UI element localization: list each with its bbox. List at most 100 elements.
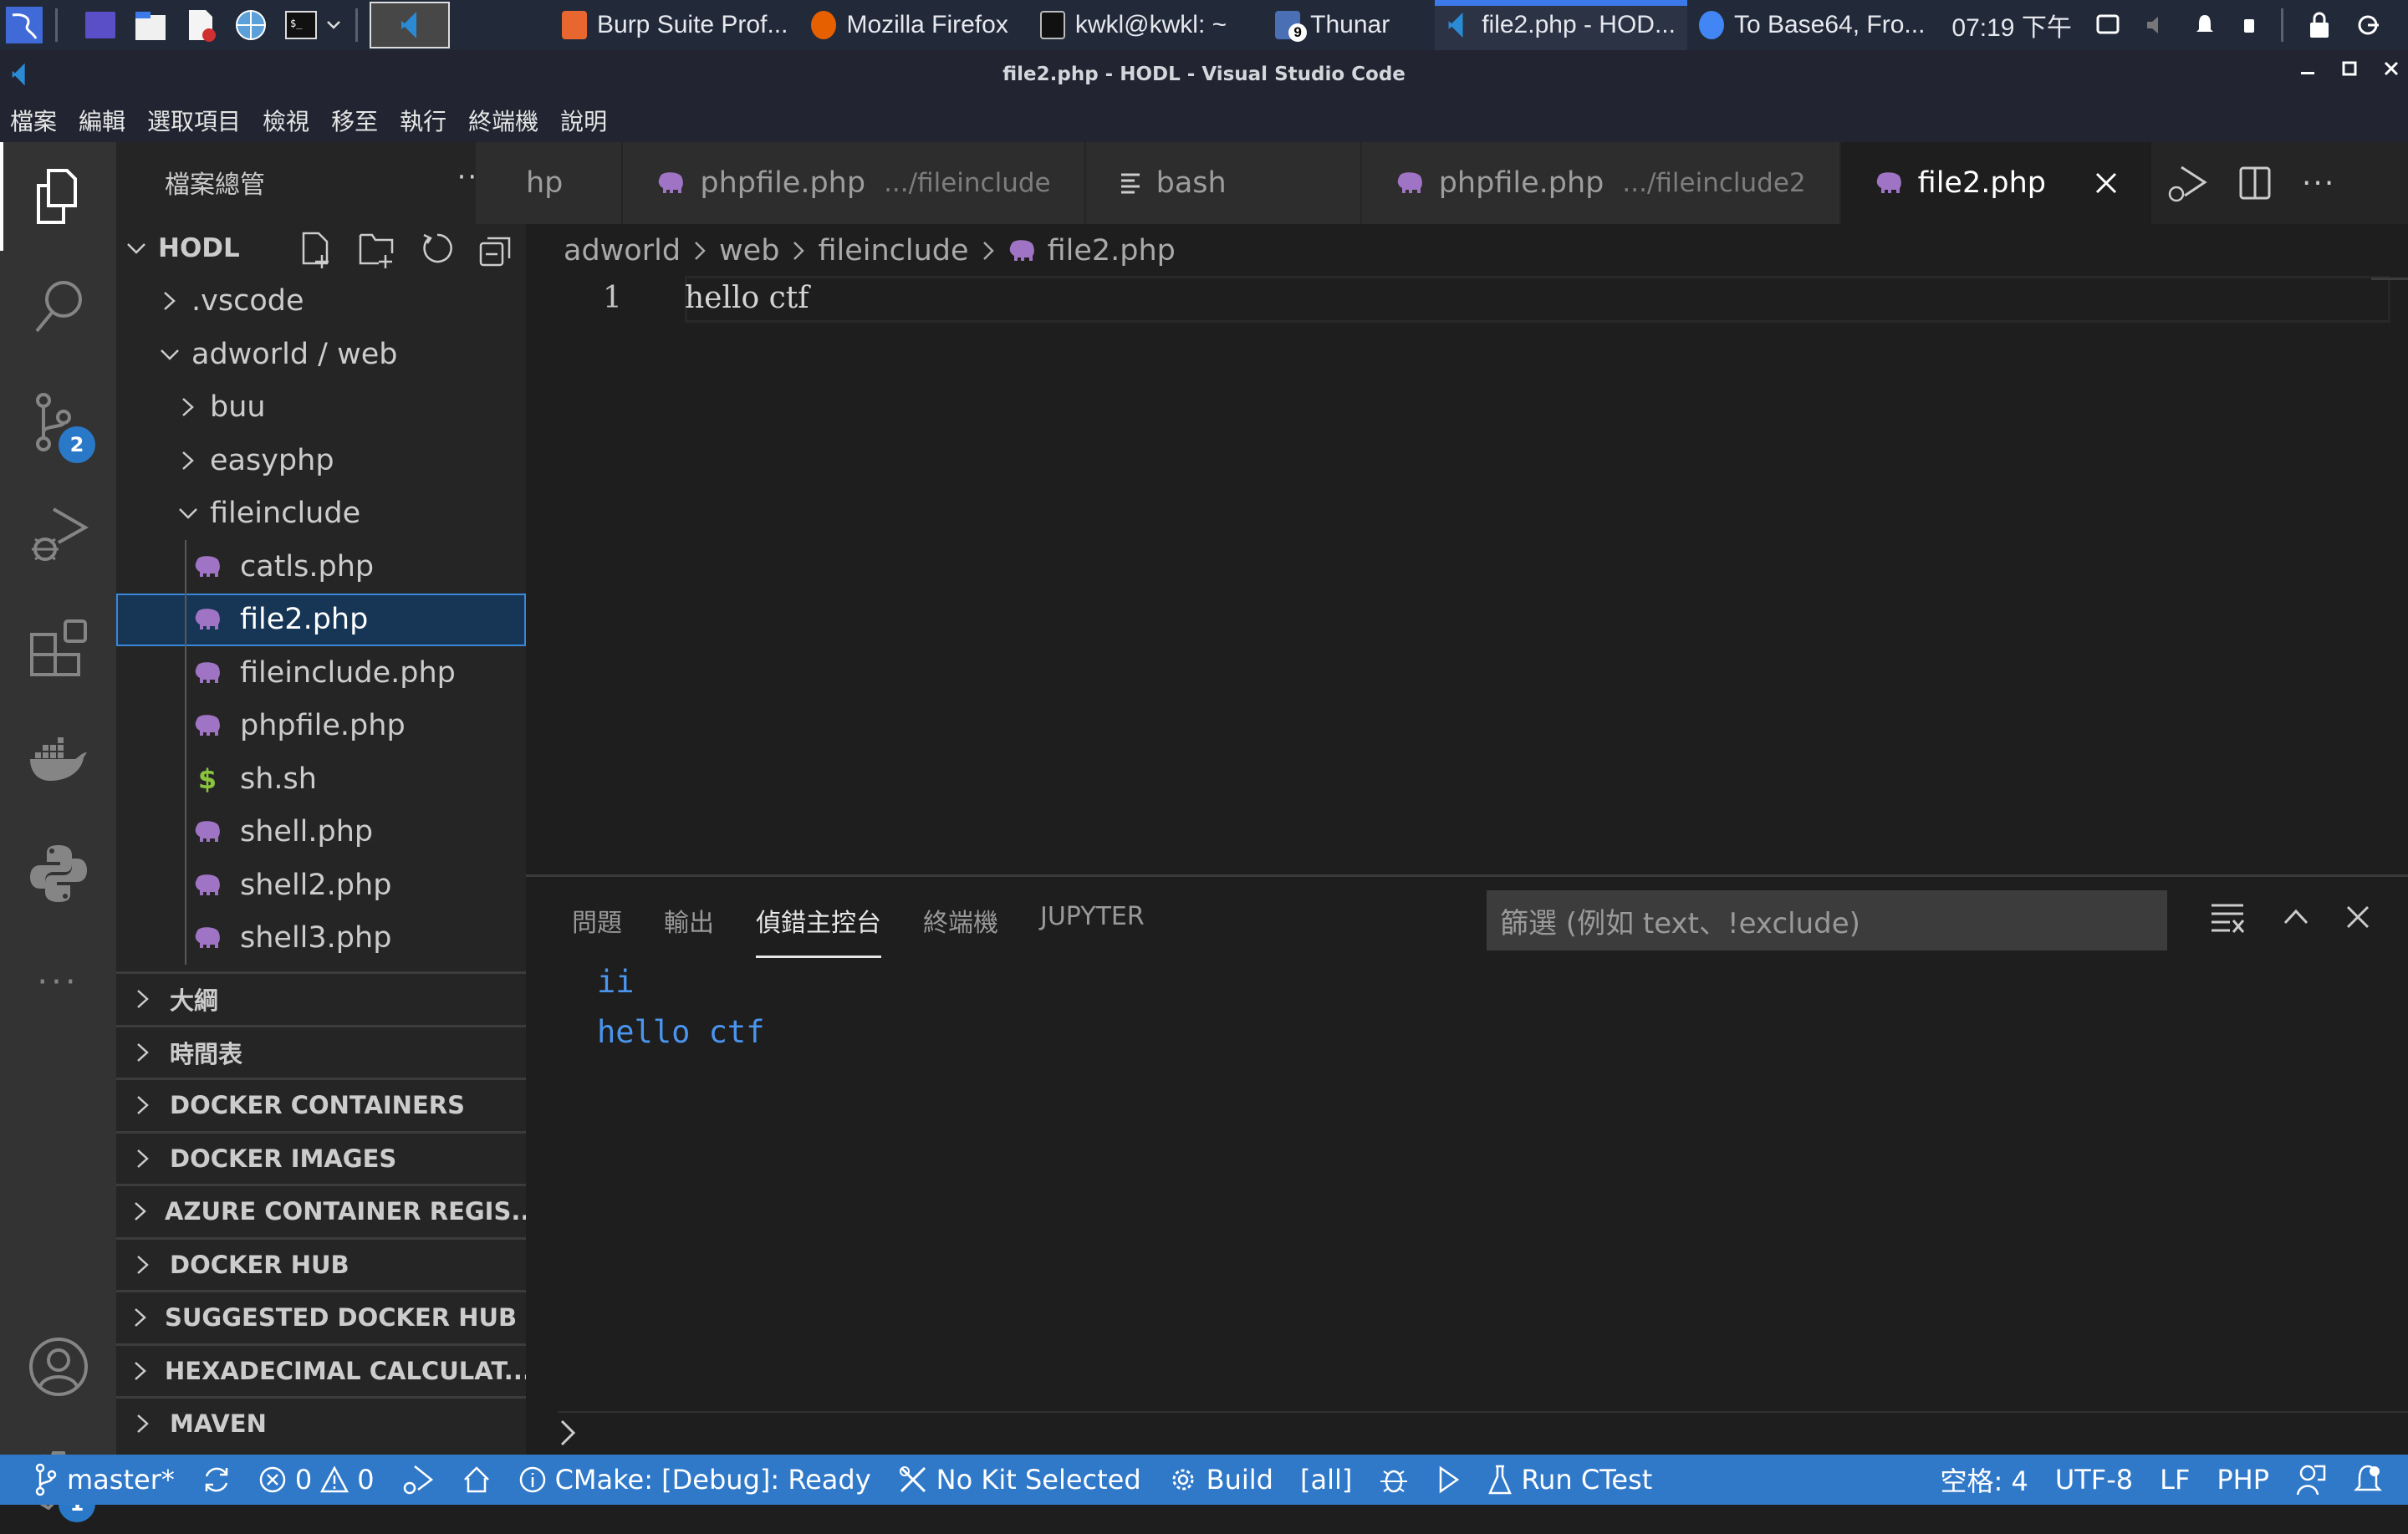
breadcrumb-item[interactable]: fileinclude (818, 234, 968, 268)
eol-status[interactable]: LF (2146, 1455, 2203, 1505)
breadcrumb-item[interactable]: web (719, 234, 779, 268)
sidebar-section-header[interactable]: 大綱 (116, 971, 526, 1025)
maximize-icon[interactable] (2341, 60, 2358, 77)
chevron-down-icon[interactable] (324, 6, 344, 44)
menu-item[interactable]: 移至 (331, 104, 378, 137)
display-icon[interactable] (2095, 13, 2120, 38)
tree-file[interactable]: shell.php (116, 806, 526, 859)
maximize-panel-icon[interactable] (2282, 905, 2310, 930)
sidebar-section-header[interactable]: HEXADECIMAL CALCULAT... (116, 1343, 526, 1397)
minimize-icon[interactable] (2299, 60, 2316, 77)
tree-file[interactable]: $ sh.sh (116, 752, 526, 806)
notification-bell-icon[interactable] (2192, 13, 2217, 38)
panel-tab[interactable]: 輸出 (664, 902, 714, 958)
breadcrumb-item[interactable]: adworld (564, 234, 681, 268)
tree-folder[interactable]: .vscode (116, 275, 526, 329)
taskbar-app[interactable]: file2.php - HOD... (1435, 0, 1687, 50)
docker-activity[interactable] (0, 706, 116, 815)
minimap-slider[interactable] (2371, 278, 2408, 280)
close-window-icon[interactable] (2383, 60, 2400, 77)
menu-item[interactable]: 檔案 (10, 104, 57, 137)
browser-icon[interactable] (232, 6, 270, 44)
more-activity[interactable]: ··· (0, 928, 116, 1037)
panel-tab[interactable]: 偵錯主控台 (756, 902, 881, 958)
home-status[interactable] (448, 1455, 505, 1505)
file-manager-icon[interactable] (131, 6, 170, 44)
build-target-status[interactable]: [all] (1287, 1455, 1365, 1505)
menu-item[interactable]: 編輯 (79, 104, 125, 137)
new-folder-icon[interactable] (359, 232, 395, 268)
extensions-activity[interactable] (0, 594, 116, 702)
editor-tab[interactable]: file2.php (1840, 142, 2153, 224)
sidebar-section-header[interactable]: DOCKER IMAGES (116, 1130, 526, 1185)
run-debug-activity[interactable] (0, 481, 116, 589)
problems-status[interactable]: 0 0 (245, 1455, 388, 1505)
menu-item[interactable]: 說明 (560, 104, 607, 137)
python-activity[interactable] (0, 819, 116, 928)
clock[interactable]: 07:19 下午 (1951, 7, 2071, 43)
kit-status[interactable]: No Kit Selected (885, 1455, 1155, 1505)
tree-file[interactable]: fileinclude.php (116, 646, 526, 700)
terminal-launcher-icon[interactable]: $_ (282, 6, 320, 44)
split-editor-icon[interactable] (2238, 165, 2272, 201)
workspace-icon[interactable] (81, 6, 120, 44)
close-tab-icon[interactable] (2094, 171, 2118, 195)
tree-file[interactable]: phpfile.php (116, 700, 526, 753)
panel-tab[interactable]: 終端機 (923, 902, 998, 958)
taskbar-app[interactable]: kwkl@kwkl: ~ (1028, 0, 1238, 50)
sidebar-section-header[interactable]: 時間表 (116, 1024, 526, 1078)
taskbar-app[interactable]: To Base64, Fro... (1687, 0, 1936, 50)
sidebar-section-header[interactable]: DOCKER HUB (116, 1236, 526, 1291)
clear-console-icon[interactable] (2210, 900, 2247, 934)
console-filter-input[interactable]: 篩選 (例如 text、!exclude) (1487, 890, 2167, 950)
accounts-activity[interactable] (0, 1312, 116, 1421)
debug-launch-status[interactable] (388, 1455, 448, 1505)
menu-item[interactable]: 終端機 (468, 104, 538, 137)
menu-item[interactable]: 執行 (400, 104, 446, 137)
search-activity[interactable] (0, 252, 116, 361)
sidebar-section-header[interactable]: AZURE CONTAINER REGIS... (116, 1184, 526, 1237)
tree-file[interactable]: shell3.php (116, 912, 526, 966)
lock-icon[interactable] (2307, 11, 2332, 39)
tree-file[interactable]: file2.php (116, 593, 526, 646)
panel-tab[interactable]: 問題 (572, 902, 622, 958)
debug-status[interactable] (1365, 1455, 1422, 1505)
ctest-status[interactable]: Run CTest (1474, 1455, 1666, 1505)
launch-status[interactable] (1422, 1455, 1474, 1505)
notifications-status[interactable] (2339, 1455, 2408, 1505)
encoding-status[interactable]: UTF-8 (2042, 1455, 2146, 1505)
tree-folder[interactable]: adworld / web (116, 328, 526, 381)
workspace-root[interactable]: HODL (116, 222, 526, 275)
menu-item[interactable]: 選取項目 (147, 104, 241, 137)
feedback-status[interactable] (2283, 1455, 2339, 1505)
menu-item[interactable]: 檢視 (263, 104, 309, 137)
panel-tab[interactable]: JUPYTER (1040, 902, 1145, 958)
sidebar-section-header[interactable]: MAVEN (116, 1396, 526, 1450)
kali-menu-icon[interactable] (5, 6, 43, 44)
debug-console-input[interactable] (558, 1411, 2408, 1455)
explorer-activity[interactable] (0, 142, 116, 251)
run-debug-file-icon[interactable] (2166, 162, 2208, 204)
tree-folder[interactable]: easyphp (116, 434, 526, 487)
editor-tab[interactable]: phpfile.php .../fileinclude (623, 142, 1086, 224)
editor-tab[interactable]: phpfile.php .../fileinclude2 (1361, 142, 1841, 224)
volume-icon[interactable] (2144, 13, 2169, 38)
taskbar-app[interactable]: Burp Suite Prof... (550, 0, 799, 50)
tree-folder[interactable]: fileinclude (116, 487, 526, 541)
sidebar-section-header[interactable]: SUGGESTED DOCKER HUB ... (116, 1290, 526, 1343)
tree-file[interactable]: catls.php (116, 540, 526, 594)
build-status[interactable]: Build (1155, 1455, 1287, 1505)
editor-tab[interactable]: hp (476, 142, 624, 224)
new-file-icon[interactable] (300, 232, 334, 268)
language-status[interactable]: PHP (2203, 1455, 2283, 1505)
indentation-status[interactable]: 空格: 4 (1927, 1455, 2042, 1505)
refresh-icon[interactable] (421, 232, 454, 268)
logout-icon[interactable] (2355, 13, 2380, 38)
source-control-activity[interactable]: 2 (0, 369, 116, 478)
text-editor-icon[interactable] (181, 6, 220, 44)
editor-more-actions-icon[interactable]: ··· (2302, 166, 2335, 201)
battery-icon[interactable] (2241, 13, 2258, 38)
cmake-status[interactable]: CMake: [Debug]: Ready (505, 1455, 885, 1505)
breadcrumb-item[interactable]: file2.php (1048, 234, 1176, 268)
workspace-switcher[interactable] (370, 2, 450, 48)
